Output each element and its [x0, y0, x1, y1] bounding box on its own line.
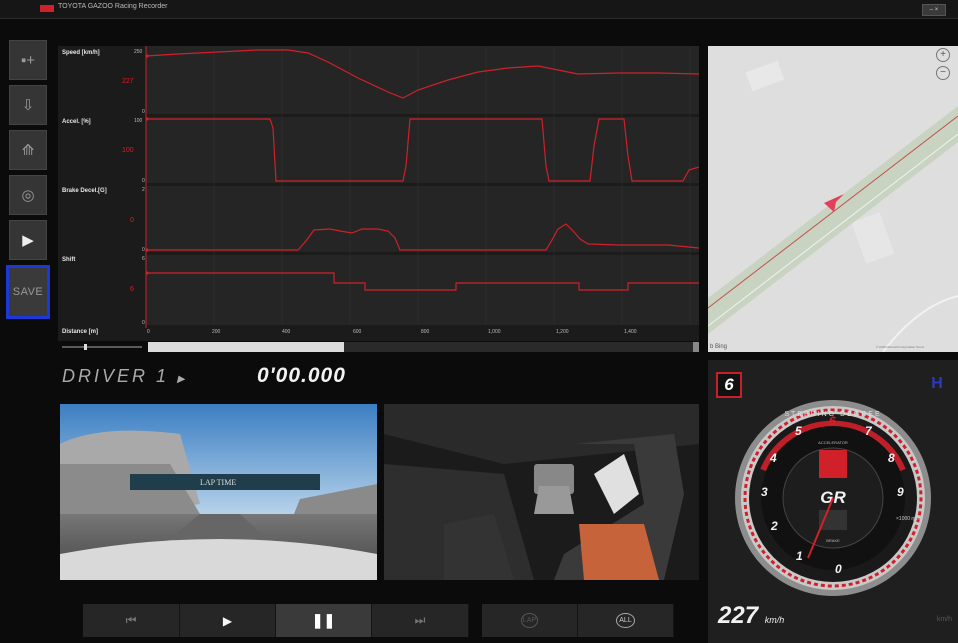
skip-forward-button[interactable]: ⏭ — [372, 604, 469, 637]
brake-max: 2 — [142, 187, 145, 193]
import-data-button[interactable]: ▪+ — [9, 40, 47, 80]
lap-time: 0'00.000 — [257, 364, 346, 387]
rpm-tick: 2 — [770, 519, 778, 533]
telemetry-svg: Speed [km/h] 250 0 227 Accel. [%] 100 0 … — [62, 46, 700, 335]
title-bar: TOYOTA GAZOO Racing Recorder – × — [0, 0, 958, 19]
sidebar: ▪+ ⇩ ⟰ ◎ ▶ SAVE — [6, 40, 50, 324]
course-button[interactable]: ⟰ — [9, 130, 47, 170]
play-button[interactable]: ▶ — [9, 220, 47, 260]
app-logo — [40, 5, 54, 12]
brake-label: BRAKE — [826, 538, 840, 543]
distance-tick: 1,000 — [488, 329, 501, 335]
driver-label: DRIVER 1 — [62, 366, 170, 386]
map-provider: b Bing — [710, 344, 727, 350]
skip-back-button[interactable]: ⏮ — [83, 604, 180, 637]
play-icon: ▶ — [22, 232, 34, 249]
lap-controls: LAP ALL — [482, 604, 674, 637]
speed-min: 0 — [142, 109, 145, 115]
skip-back-icon: ⏮ — [125, 613, 137, 627]
lap-icon: ◎ — [21, 187, 35, 204]
lap-icon: LAP — [520, 613, 539, 628]
speed-max: 250 — [134, 49, 143, 55]
speed-channel-label: Speed [km/h] — [62, 50, 100, 56]
scroll-range-thumb — [148, 342, 344, 352]
distance-tick: 400 — [282, 329, 291, 335]
accelerator-label: ACCELERATOR — [818, 440, 848, 445]
brake-current-value: 0 — [130, 217, 134, 224]
timeline-scrollbar[interactable] — [58, 340, 699, 352]
speed-current-value: 227 — [122, 78, 134, 85]
brake-channel-label: Brake Decel.[G] — [62, 188, 107, 194]
rpm-tick: 1 — [796, 549, 803, 563]
save-button[interactable]: SAVE — [6, 265, 50, 319]
gauge-panel: 6 H STEERING DEGREE ACCELERATOR BRAKE GR… — [708, 360, 958, 643]
accel-min: 0 — [142, 178, 145, 184]
speed-value: 227 — [718, 602, 759, 629]
map-svg: b Bing © 2019 Microsoft Corporation Term… — [708, 46, 958, 352]
shift-min: 0 — [142, 320, 145, 326]
distance-ticks: 0 200 400 600 800 1,000 1,200 1,400 — [147, 329, 637, 335]
skip-forward-icon: ⏭ — [414, 613, 426, 627]
rpm-unit: ×1000 rpm — [896, 516, 920, 522]
accel-channel-label: Accel. [%] — [62, 119, 91, 125]
tachometer-svg: STEERING DEGREE ACCELERATOR BRAKE GR 0 1… — [735, 400, 931, 596]
export-icon: ⇩ — [21, 97, 35, 114]
distance-tick: 1,200 — [556, 329, 569, 335]
lap-button[interactable]: ◎ — [9, 175, 47, 215]
accel-max: 100 — [134, 118, 143, 124]
distance-tick: 1,400 — [624, 329, 637, 335]
rpm-tick: 9 — [897, 485, 904, 499]
shift-current-value: 6 — [130, 286, 134, 293]
driver-next-icon: ▶ — [177, 374, 185, 385]
speed-readout: 227 km/h — [718, 602, 784, 630]
rpm-tick: 6 — [829, 414, 836, 428]
rpm-tick: 4 — [769, 451, 777, 465]
distance-tick: 200 — [212, 329, 221, 335]
brake-min: 0 — [142, 247, 145, 253]
distance-tick: 0 — [147, 329, 150, 335]
rpm-tick: 3 — [761, 485, 768, 499]
timeline-svg — [62, 342, 699, 352]
pause-button[interactable]: ❚❚ — [276, 604, 372, 637]
play-button-bottom[interactable]: ▶ — [180, 604, 276, 637]
course-icon: ⟰ — [21, 142, 35, 159]
driver-selector[interactable]: DRIVER 1 ▶ — [62, 366, 185, 387]
front-camera-video[interactable]: LAP TIME — [60, 404, 377, 580]
all-mode-button[interactable]: ALL — [578, 604, 674, 637]
timeline-thumb — [84, 344, 87, 350]
map-attribution: © 2019 Microsoft Corporation Terms — [876, 345, 925, 349]
svg-text:LAP TIME: LAP TIME — [200, 478, 236, 487]
telemetry-charts[interactable]: Speed [km/h] 250 0 227 Accel. [%] 100 0 … — [58, 46, 700, 341]
pedal-camera-video[interactable] — [384, 404, 699, 580]
speed-unit: km/h — [764, 615, 785, 625]
window-controls[interactable]: – × — [922, 4, 946, 16]
playback-controls: ⏮ ▶ ❚❚ ⏭ — [83, 604, 469, 637]
rpm-tick: 8 — [888, 451, 895, 465]
lap-mode-button[interactable]: LAP — [482, 604, 578, 637]
pedal-camera-svg — [384, 404, 699, 580]
accel-current-value: 100 — [122, 147, 134, 154]
shift-max: 6 — [142, 256, 145, 262]
speed-unit-right: km/h — [936, 616, 952, 623]
export-data-button[interactable]: ⇩ — [9, 85, 47, 125]
front-camera-svg: LAP TIME — [60, 404, 377, 580]
import-icon: ▪+ — [20, 51, 36, 69]
distance-tick: 800 — [421, 329, 430, 335]
app-title: TOYOTA GAZOO Racing Recorder — [58, 3, 168, 10]
play-icon: ▶ — [222, 613, 233, 628]
gr-logo: GR — [820, 488, 846, 507]
zoom-out-button[interactable]: − — [936, 66, 950, 80]
zoom-in-button[interactable]: + — [936, 48, 950, 62]
distance-tick: 600 — [353, 329, 362, 335]
pause-icon: ❚❚ — [311, 612, 336, 628]
track-map[interactable]: b Bing © 2019 Microsoft Corporation Term… — [708, 46, 958, 352]
rpm-tick: 5 — [795, 424, 802, 438]
distance-axis-label: Distance [m] — [62, 329, 98, 335]
shift-channel-label: Shift — [62, 257, 75, 263]
all-icon: ALL — [616, 613, 635, 628]
rpm-tick: 0 — [835, 562, 842, 576]
